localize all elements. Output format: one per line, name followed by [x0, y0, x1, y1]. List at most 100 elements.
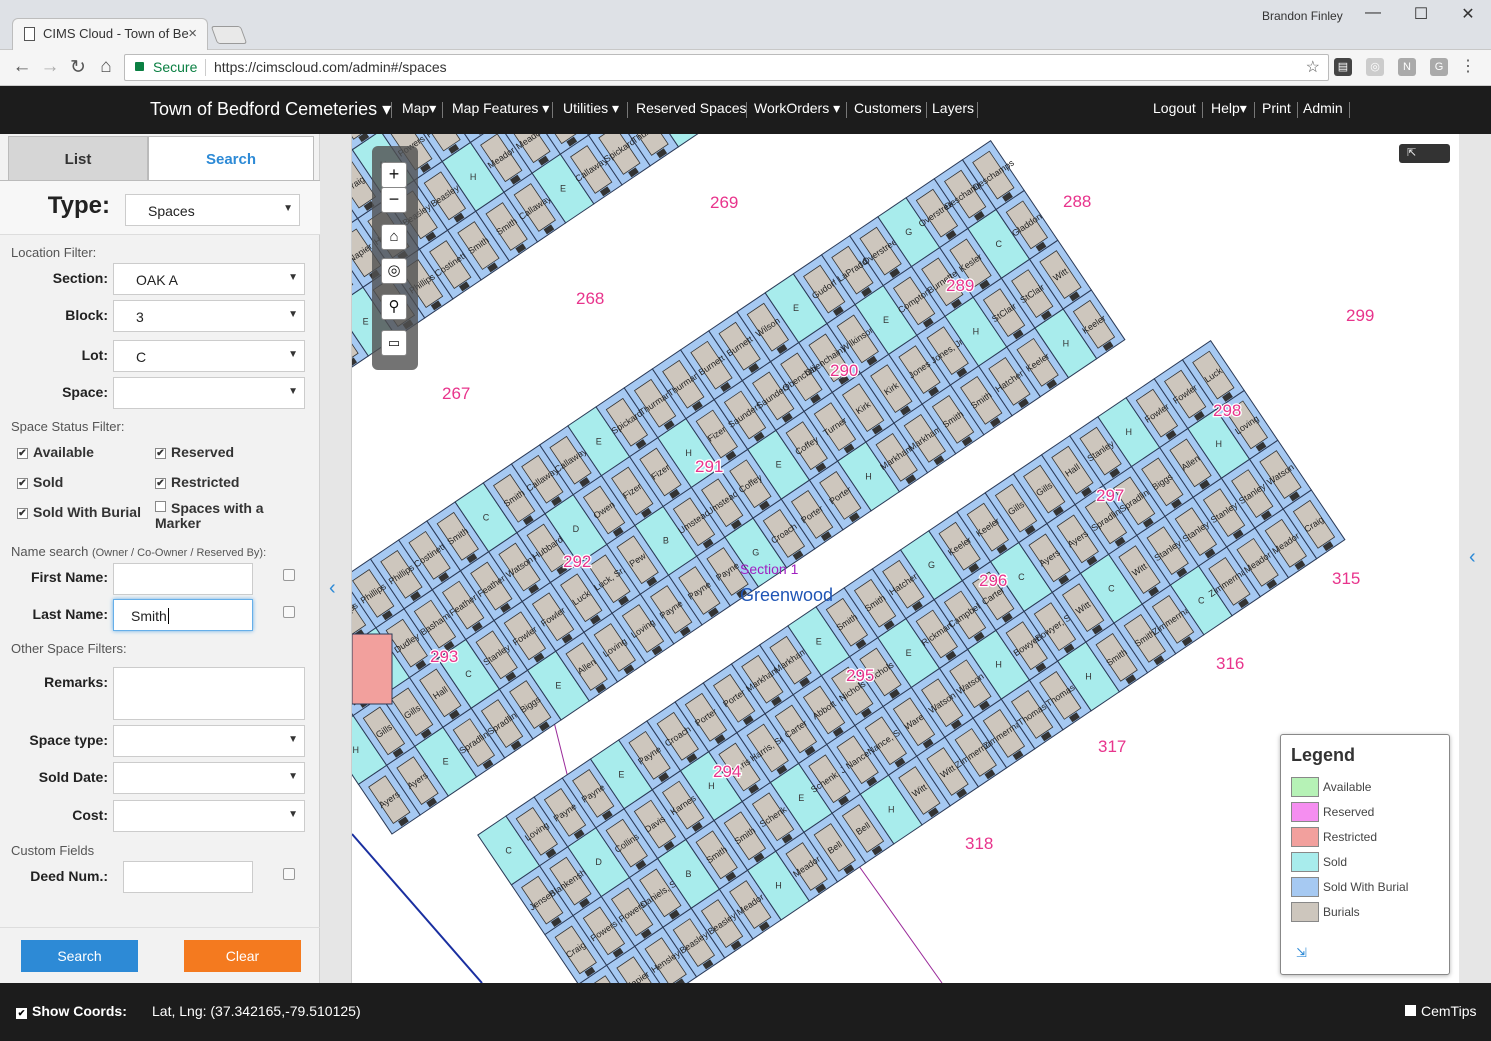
nav-print[interactable]: Print — [1262, 100, 1291, 116]
legend-swatch — [1291, 827, 1319, 847]
expand-right-icon[interactable]: ‹ — [1469, 546, 1476, 569]
section-select[interactable]: OAK A ▼ — [113, 263, 305, 295]
sold-checkbox[interactable]: ✔ Sold — [17, 474, 63, 490]
right-panel-strip[interactable]: ‹ — [1459, 134, 1491, 983]
collapse-left-icon[interactable]: ‹ — [329, 577, 336, 600]
marker-checkbox[interactable]: Spaces with a Marker — [155, 501, 264, 531]
restricted-checkbox[interactable]: ✔ Restricted — [155, 474, 239, 490]
coords-readout: Lat, Lng: (37.342165,-79.510125) — [152, 1003, 361, 1019]
forward-icon[interactable]: → — [38, 56, 62, 78]
extension-icon[interactable]: ◎ — [1366, 58, 1384, 76]
legend-label: Reserved — [1323, 805, 1375, 819]
sidebar-collapse-strip[interactable]: ‹ — [320, 134, 352, 983]
extension-icon[interactable]: N — [1398, 58, 1416, 76]
chevron-down-icon: ▼ — [288, 809, 298, 820]
space-type-select[interactable]: ▼ — [113, 725, 305, 757]
map-space-letter: H — [353, 745, 360, 755]
block-select[interactable]: 3 ▼ — [113, 300, 305, 332]
cemetery-map[interactable]: WittPhillipsEPhillipsPhillipsCostinettSm… — [352, 134, 1459, 983]
map-space-letter: E — [555, 681, 561, 691]
nav-utilities[interactable]: Utilities ▾ — [563, 100, 619, 117]
magnify-icon[interactable]: ⚲ — [381, 294, 407, 320]
nav-admin[interactable]: Admin — [1303, 100, 1343, 116]
map-lot-number: 292 — [563, 552, 591, 571]
nav-title[interactable]: Town of Bedford Cemeteries ▾ — [150, 99, 391, 120]
reload-icon[interactable]: ↻ — [66, 56, 90, 79]
deed-num-label: Deed Num.: — [30, 868, 108, 884]
first-name-input[interactable] — [113, 563, 253, 595]
map-space-letter: H — [995, 660, 1002, 670]
custom-fields-heading: Custom Fields — [11, 843, 95, 858]
tab-search[interactable]: Search — [148, 136, 314, 181]
map-space-letter: H — [888, 804, 895, 814]
nav-workorders[interactable]: WorkOrders ▾ — [754, 100, 840, 117]
compass-icon[interactable]: ◎ — [381, 258, 407, 284]
cemtips-toggle[interactable]: CemTips — [1405, 1003, 1477, 1019]
nav-map-features[interactable]: Map Features ▾ — [452, 100, 549, 117]
show-coords-toggle[interactable]: ✔ Show Coords: — [16, 1003, 127, 1019]
nav-layers[interactable]: Layers — [932, 100, 974, 116]
map-space-letter: H — [685, 448, 692, 458]
nav-customers[interactable]: Customers — [854, 100, 922, 116]
first-name-exact-checkbox[interactable] — [283, 569, 295, 581]
chevron-down-icon: ▼ — [288, 734, 298, 745]
map-lot-number: 294 — [713, 762, 741, 781]
zoom-out-icon[interactable]: − — [381, 187, 407, 213]
nav-map[interactable]: Map▾ — [402, 100, 436, 117]
map-space-letter: C — [483, 512, 490, 522]
clear-button[interactable]: Clear — [184, 940, 301, 972]
remarks-textarea[interactable] — [113, 667, 305, 720]
sold-date-select[interactable]: ▼ — [113, 762, 305, 794]
chevron-down-icon: ▼ — [288, 349, 298, 360]
extension-icon[interactable]: ▤ — [1334, 58, 1352, 76]
search-button[interactable]: Search — [21, 940, 138, 972]
url-text[interactable]: https://cimscloud.com/admin#/spaces — [214, 55, 447, 80]
profile-name[interactable]: Brandon Finley — [1262, 9, 1343, 23]
new-tab-button[interactable] — [210, 26, 248, 44]
reserved-checkbox[interactable]: ✔ Reserved — [155, 444, 234, 460]
type-select[interactable]: Spaces ▼ — [125, 194, 300, 226]
map-toolbar: + − ⌂ ◎ ⚲ ▭ — [372, 146, 418, 370]
map-space-letter: H — [775, 881, 782, 891]
nav-help[interactable]: Help▾ — [1211, 100, 1247, 117]
minimize-icon[interactable]: — — [1358, 4, 1388, 22]
menu-icon[interactable]: ⋮ — [1456, 56, 1480, 76]
deed-exact-checkbox[interactable] — [283, 868, 295, 880]
url-bar[interactable]: Secure https://cimscloud.com/admin#/spac… — [124, 54, 1329, 81]
overview-toggle-icon[interactable]: ⇱ — [1399, 144, 1450, 163]
sold-with-burial-checkbox[interactable]: ✔ Sold With Burial — [17, 504, 141, 520]
nav-reserved-spaces[interactable]: Reserved Spaces — [636, 100, 747, 116]
nav-divider — [442, 102, 443, 118]
zoom-in-icon[interactable]: + — [381, 162, 407, 188]
home-icon[interactable]: ⌂ — [94, 56, 118, 78]
legend-collapse-icon[interactable]: ⇲ — [1296, 945, 1307, 961]
back-icon[interactable]: ← — [10, 56, 34, 78]
map-space-letter: H — [1063, 338, 1070, 348]
available-checkbox[interactable]: ✔ Available — [17, 444, 94, 460]
close-icon[interactable]: × — [188, 25, 197, 42]
last-name-exact-checkbox[interactable] — [283, 606, 295, 618]
star-icon[interactable]: ☆ — [1306, 55, 1320, 80]
last-name-input[interactable]: Smith — [113, 599, 253, 631]
map-lot-number: 317 — [1098, 737, 1126, 756]
close-window-icon[interactable]: ✕ — [1453, 4, 1483, 24]
extension-icon[interactable]: G — [1430, 58, 1448, 76]
space-select[interactable]: ▼ — [113, 377, 305, 409]
status-bar: ✔ Show Coords: Lat, Lng: (37.342165,-79.5… — [0, 983, 1491, 1041]
map-space-letter: C — [995, 239, 1002, 249]
maximize-icon[interactable]: ☐ — [1406, 4, 1436, 24]
home-extent-icon[interactable]: ⌂ — [381, 224, 407, 250]
nav-logout[interactable]: Logout — [1153, 100, 1196, 116]
tab-list[interactable]: List — [8, 136, 148, 181]
map-space-letter: C — [505, 845, 512, 855]
deed-num-input[interactable] — [123, 861, 253, 893]
map-space-letter: H — [1215, 439, 1222, 449]
browser-tab[interactable]: CIMS Cloud - Town of Be × — [12, 18, 208, 50]
map-lot-number: 316 — [1216, 654, 1244, 673]
cost-select[interactable]: ▼ — [113, 800, 305, 832]
lot-select[interactable]: C ▼ — [113, 340, 305, 372]
legend-swatch — [1291, 777, 1319, 797]
url-divider — [205, 59, 206, 76]
map-space-letter: H — [973, 327, 980, 337]
ruler-icon[interactable]: ▭ — [381, 330, 407, 356]
